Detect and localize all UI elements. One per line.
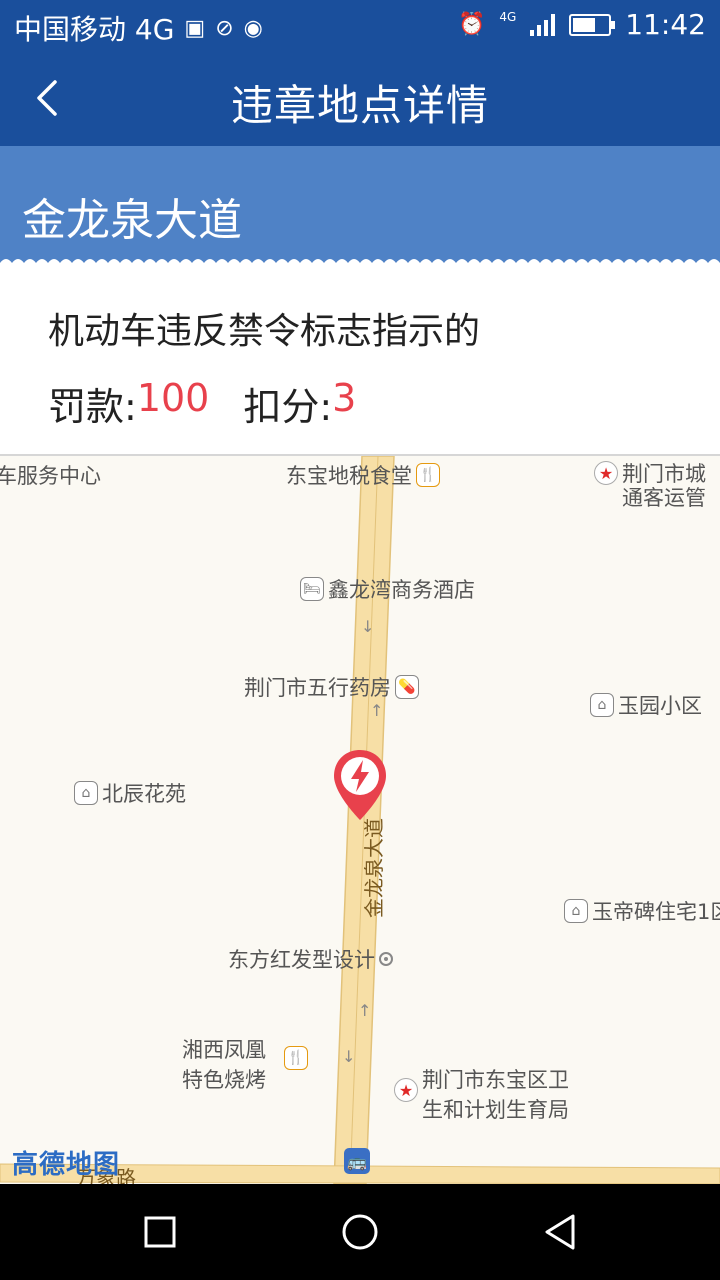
poi-label: 通客运管	[622, 486, 706, 510]
signal-icon	[530, 13, 556, 36]
poi-health-bureau[interactable]: ★ 荆门市东宝区卫 生和计划生育局	[394, 1064, 569, 1124]
poi-label: 生和计划生育局	[422, 1098, 569, 1122]
violation-description: 机动车违反禁令标志指示的	[48, 311, 481, 352]
network-badge: 4G	[499, 9, 517, 24]
restaurant-icon: 🍴	[284, 1046, 308, 1070]
points-value: 3	[332, 376, 357, 420]
map-logo: 高德地图	[12, 1150, 121, 1180]
poi-hotel[interactable]: 🛏 鑫龙湾商务酒店	[300, 574, 475, 604]
poi-label: 特色烧烤	[182, 1068, 266, 1092]
poi-label: 荆门市东宝区卫	[422, 1068, 569, 1092]
recent-apps-icon	[144, 1216, 176, 1248]
home-icon	[342, 1214, 378, 1250]
poi-beichen[interactable]: ⌂ 北辰花苑	[74, 778, 186, 808]
sound-icon: ◉	[243, 15, 263, 41]
battery-icon	[569, 13, 616, 36]
poi-tax-canteen[interactable]: 东宝地税食堂 🍴	[286, 460, 440, 490]
government-icon: ★	[594, 461, 618, 485]
poi-label: 车服务中心	[0, 464, 101, 488]
poi-label: 湘西凤凰	[182, 1038, 266, 1062]
back-nav-button[interactable]	[530, 1208, 590, 1256]
residential-icon: ⌂	[564, 899, 588, 923]
poi-bbq[interactable]: 湘西凤凰 特色烧烤	[182, 1034, 266, 1094]
fine-value: 100	[136, 376, 210, 420]
notification-icon: ⊘	[215, 15, 234, 41]
penalty-row: 罚款: 100 扣分: 3	[48, 376, 356, 431]
recent-apps-button[interactable]	[130, 1208, 190, 1256]
svg-text:↓: ↓	[342, 1047, 355, 1066]
place-icon	[379, 952, 393, 966]
navigation-bar	[0, 1184, 720, 1280]
back-triangle-icon	[545, 1214, 575, 1250]
government-icon: ★	[394, 1078, 418, 1102]
svg-text:↑: ↑	[358, 1001, 371, 1020]
poi-label: 北辰花苑	[102, 782, 186, 806]
poi-label: 东宝地税食堂	[286, 464, 412, 488]
poi-label: 荆门市五行药房	[244, 676, 391, 700]
residential-icon: ⌂	[590, 693, 614, 717]
status-bar: 中国移动 4G ▣ ⊘ ◉ ⏰ 4G 11:42	[0, 0, 720, 50]
hotel-icon: 🛏	[300, 577, 324, 601]
poi-pharmacy[interactable]: 荆门市五行药房 💊	[244, 672, 419, 702]
poi-yuyuan[interactable]: ⌂ 玉园小区	[590, 690, 702, 720]
restaurant-icon: 🍴	[416, 463, 440, 487]
alarm-icon: ⏰	[457, 12, 486, 37]
road-header: 金龙泉大道	[0, 146, 720, 269]
carrier-label: 中国移动 4G	[14, 13, 175, 46]
poi-label: 东方红发型设计	[228, 948, 375, 972]
poi-yudibei[interactable]: ⌂ 玉帝碑住宅1区	[564, 896, 720, 926]
fine-label: 罚款:	[48, 385, 137, 429]
points-label: 扣分:	[243, 385, 333, 429]
poi-label: 玉园小区	[618, 694, 702, 718]
violation-info-card: 机动车违反禁令标志指示的 罚款: 100 扣分: 3	[0, 268, 720, 456]
poi-hair-salon[interactable]: 东方红发型设计	[228, 944, 393, 974]
sim-icon: ▣	[184, 15, 206, 41]
bus-stop-icon[interactable]: 🚌	[344, 1148, 370, 1174]
svg-text:↓: ↓	[361, 617, 374, 636]
poi-service-center[interactable]: 车服务中心	[0, 460, 101, 490]
clock: 11:42	[625, 8, 706, 41]
home-button[interactable]	[330, 1208, 390, 1256]
residential-icon: ⌂	[74, 781, 98, 805]
poi-transport[interactable]: 通客运管	[622, 482, 706, 512]
app-bar: 违章地点详情	[0, 50, 720, 146]
violation-marker-icon[interactable]	[332, 748, 388, 824]
page-title: 违章地点详情	[230, 81, 489, 130]
road-label: 金龙泉大道	[362, 818, 386, 918]
poi-label: 鑫龙湾商务酒店	[328, 578, 475, 602]
wave-divider	[0, 259, 720, 269]
svg-text:↑: ↑	[370, 701, 383, 720]
poi-label: 玉帝碑住宅1区	[592, 900, 720, 924]
road-name: 金龙泉大道	[22, 195, 242, 246]
pharmacy-icon: 💊	[395, 675, 419, 699]
map-view[interactable]: ↓ ↑ ↑ ↓ 车服务中心 东宝地税食堂 🍴 ★ 荆门市城 通客运管 🛏 鑫龙湾…	[0, 456, 720, 1184]
